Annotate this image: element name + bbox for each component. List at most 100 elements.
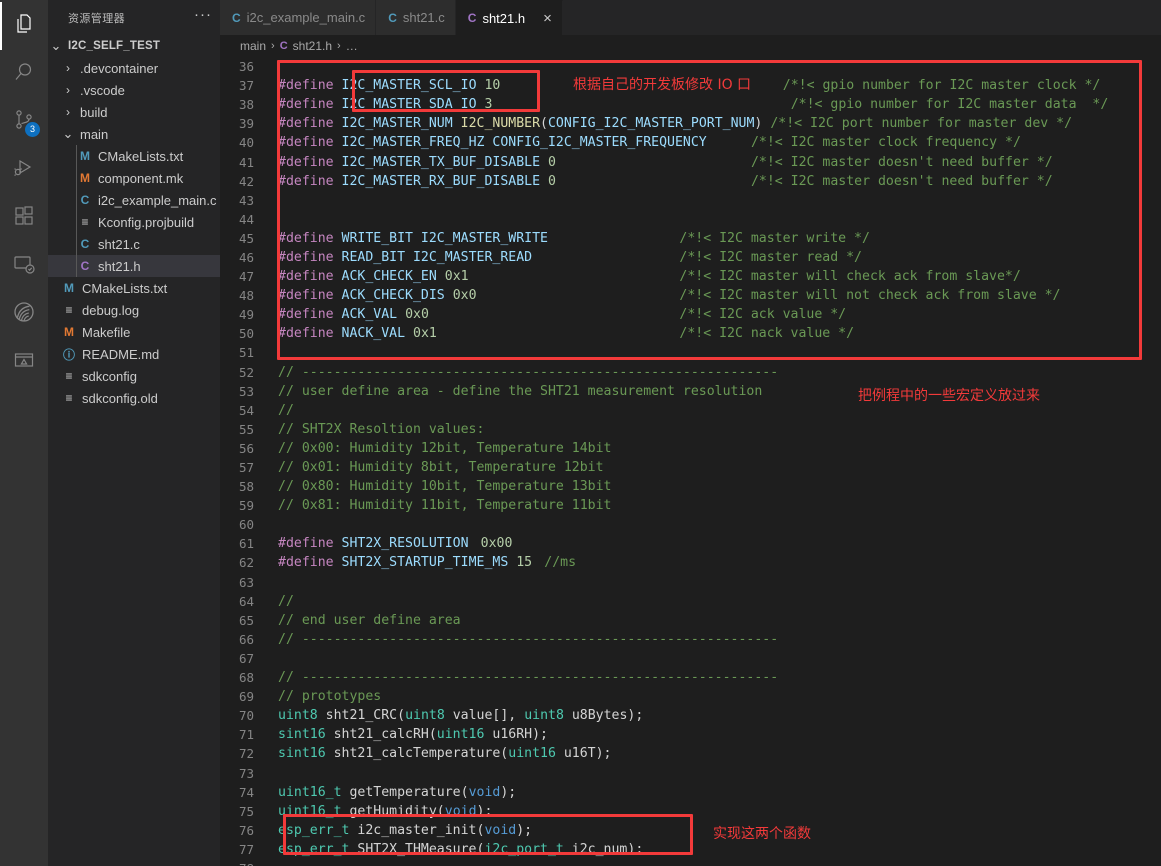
tree-item-main[interactable]: ⌄ main xyxy=(48,123,220,145)
file-type-icon: M xyxy=(80,171,90,185)
code-token: /*!< I2C port number for master dev */ xyxy=(762,116,1073,132)
code-token: uint8 xyxy=(524,708,564,724)
code-token: 10 xyxy=(484,78,501,94)
code-token: I2C_NUMBER xyxy=(460,116,541,132)
code-token: value[], xyxy=(444,708,525,724)
code-token: uint16_t xyxy=(278,803,342,819)
code-line-text: // end user define area xyxy=(266,613,1161,628)
tree-item-component-mk[interactable]: Mcomponent.mk xyxy=(48,167,220,189)
chevron-down-icon[interactable]: ⌄ xyxy=(48,39,64,53)
code-token: // 0x81: Humidity 11bit, Temperature 11b… xyxy=(278,498,612,514)
close-icon[interactable]: × xyxy=(543,11,552,26)
chevron-right-icon[interactable]: › xyxy=(60,102,76,122)
tree-item-kconfig-projbuild[interactable]: ≡ Kconfig.projbuild xyxy=(48,211,220,233)
breadcrumb-folder[interactable]: main xyxy=(240,39,266,53)
breadcrumb: main › C sht21.h › … xyxy=(220,35,1161,57)
file-type-icon: ⓘ xyxy=(62,347,75,362)
code-line: 43 xyxy=(220,191,1161,210)
editor-tab-sht21-h[interactable]: Csht21.h × xyxy=(455,0,563,35)
line-number: 62 xyxy=(238,555,254,571)
activity-item-espressif-ide[interactable] xyxy=(0,290,48,338)
file-type-icon: C xyxy=(80,193,90,207)
code-token: /*!< I2C master doesn't need buffer */ xyxy=(750,154,1053,170)
tree-item-sht21-h[interactable]: Csht21.h xyxy=(48,255,220,277)
code-token: ); xyxy=(476,803,493,819)
code-token: SHT2X_RESOLUTION xyxy=(341,536,469,552)
code-token: // xyxy=(278,402,294,418)
activity-item-extensions[interactable] xyxy=(0,194,48,242)
code-token: // -------------------------------------… xyxy=(278,364,779,380)
code-token: uint16_t xyxy=(278,784,342,800)
code-token: // prototypes xyxy=(278,689,382,705)
code-lines: 36 37 #define I2C_MASTER_SCL_IO 10 /*!< gp… xyxy=(220,57,1161,866)
activity-item-run-and-debug[interactable] xyxy=(0,146,48,194)
activity-item-explorer[interactable] xyxy=(0,2,48,50)
more-actions-icon[interactable]: ··· xyxy=(194,6,212,30)
code-line: 72 sint16 sht21_calcTemperature(uint16 u1… xyxy=(220,744,1161,763)
code-token: // 0x00: Humidity 12bit, Temperature 14b… xyxy=(278,440,612,456)
code-line: 67 xyxy=(220,649,1161,668)
line-number: 44 xyxy=(238,211,254,227)
tree-item-label: README.md xyxy=(82,346,160,362)
line-number: 52 xyxy=(238,364,254,380)
tree-item-label: build xyxy=(80,104,108,120)
tree-item-i2c-self-test[interactable]: ⌄ I2C_SELF_TEST xyxy=(48,35,220,57)
tree-item-cmakelists-txt[interactable]: M CMakeLists.txt xyxy=(48,277,220,299)
code-token: 0 xyxy=(547,154,556,170)
tree-item-cmakelists-txt[interactable]: M CMakeLists.txt xyxy=(48,145,220,167)
line-number: 57 xyxy=(238,460,254,476)
line-number: 65 xyxy=(238,612,254,628)
code-line: 57 // 0x01: Humidity 8bit, Temperature 12… xyxy=(220,458,1161,477)
indent-guide xyxy=(76,211,77,233)
code-token: /*!< I2C ack value */ xyxy=(679,307,847,323)
code-token: #define xyxy=(278,326,342,342)
activity-item-source-control[interactable]: 3 xyxy=(0,98,48,146)
tree-item-sdkconfig-old[interactable]: ≡ sdkconfig.old xyxy=(48,387,220,409)
chevron-down-icon[interactable]: ⌄ xyxy=(60,127,76,141)
code-line: 76 esp_err_t i2c_master_init(void); xyxy=(220,821,1161,840)
breadcrumb-ellipsis[interactable]: … xyxy=(346,39,358,53)
code-line-text: #define NACK_VAL 0x1 /*!< I2C nack value … xyxy=(266,326,1161,341)
line-number: 72 xyxy=(238,746,254,762)
chevron-right-icon[interactable]: › xyxy=(60,58,76,78)
line-number: 78 xyxy=(220,861,266,866)
code-line: 40 #define I2C_MASTER_FREQ_HZ CONFIG_I2C_… xyxy=(220,133,1161,152)
line-number: 58 xyxy=(238,479,254,495)
code-token: I2C_MASTER_NUM xyxy=(341,116,461,132)
code-token: getTemperature( xyxy=(341,784,469,800)
chevron-right-icon-2: › xyxy=(337,40,341,52)
code-line: 60 xyxy=(220,515,1161,534)
tree-item-label: .vscode xyxy=(80,82,125,98)
line-number: 66 xyxy=(238,631,254,647)
breadcrumb-file[interactable]: sht21.h xyxy=(293,39,332,53)
tree-item-build[interactable]: › build xyxy=(48,101,220,123)
code-token: #define xyxy=(278,154,342,170)
tree-item-readme-md[interactable]: ⓘ README.md xyxy=(48,343,220,365)
tree-item-makefile[interactable]: M Makefile xyxy=(48,321,220,343)
tree-item-label: .devcontainer xyxy=(80,60,159,76)
code-line: 69 // prototypes xyxy=(220,687,1161,706)
activity-item-remote-explorer[interactable] xyxy=(0,242,48,290)
code-line: 58 // 0x80: Humidity 10bit, Temperature 1… xyxy=(220,477,1161,496)
code-token: sht21_calcTemperature( xyxy=(325,746,509,762)
line-number: 48 xyxy=(238,288,254,304)
chevron-right-icon[interactable]: › xyxy=(60,80,76,100)
tree-item-i2c-example-main-c[interactable]: Ci2c_example_main.c xyxy=(48,189,220,211)
line-number: 74 xyxy=(238,784,254,800)
tree-item-sht21-c[interactable]: Csht21.c xyxy=(48,233,220,255)
tree-item--devcontainer[interactable]: › .devcontainer xyxy=(48,57,220,79)
tree-item-sdkconfig[interactable]: ≡ sdkconfig xyxy=(48,365,220,387)
debug-icon xyxy=(12,156,36,185)
code-line-text: // -------------------------------------… xyxy=(266,670,1161,685)
code-token: I2C_MASTER_TX_BUF_DISABLE xyxy=(341,154,548,170)
editor-tab-i2c-example-main-c[interactable]: Ci2c_example_main.c xyxy=(220,0,377,35)
activity-item-search[interactable] xyxy=(0,50,48,98)
line-number: 54 xyxy=(238,402,254,418)
editor-tab-sht21-c[interactable]: Csht21.c xyxy=(376,0,456,35)
code-token: i2c_port_t xyxy=(484,841,564,857)
code-editor[interactable]: 36 37 #define I2C_MASTER_SCL_IO 10 /*!< gp… xyxy=(220,57,1161,866)
activity-item-preview[interactable] xyxy=(0,338,48,386)
tree-item-debug-log[interactable]: ≡ debug.log xyxy=(48,299,220,321)
tree-item-label: CMakeLists.txt xyxy=(82,280,168,296)
tree-item--vscode[interactable]: › .vscode xyxy=(48,79,220,101)
